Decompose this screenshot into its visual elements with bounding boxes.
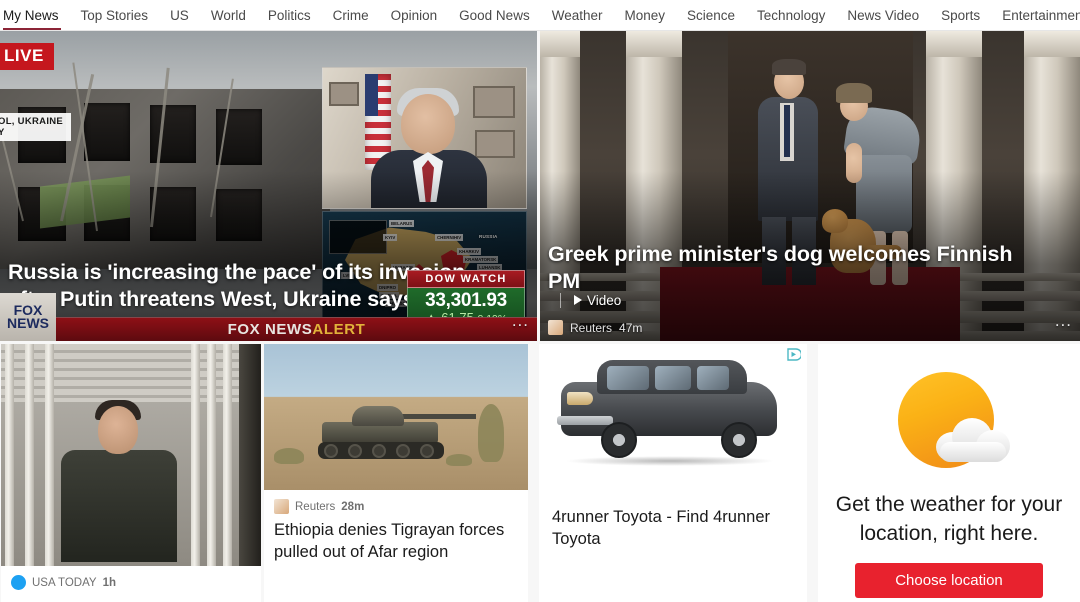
hero-right-timestamp: 47m xyxy=(619,320,643,335)
ethiopia-card-attribution: Reuters 28m xyxy=(264,490,528,514)
anchor-video-inset xyxy=(322,67,527,209)
fox-news-alert-banner: FOX NEWSALERT xyxy=(56,317,537,341)
location-caption-line1: OL, UKRAINE xyxy=(0,116,64,127)
choose-location-button[interactable]: Choose location xyxy=(855,563,1043,598)
video-badge-label: Video xyxy=(587,292,622,308)
usa-today-logo-icon xyxy=(11,575,26,590)
hero-right-source-name: Reuters xyxy=(570,320,613,335)
nav-label: World xyxy=(210,7,246,23)
fox-network-logo: FOX NEWS xyxy=(0,293,56,341)
video-badge[interactable]: Video xyxy=(560,292,622,308)
nav-item-sports[interactable]: Sports xyxy=(930,0,991,30)
nav-label: Good News xyxy=(459,7,530,23)
nav-label: My News xyxy=(3,7,59,23)
top-navigation-bar: My News Top Stories US World Politics Cr… xyxy=(0,0,1080,31)
nav-label: Science xyxy=(687,7,736,23)
hero-right-text: Greek prime minister's dog welcomes Finn… xyxy=(548,241,1050,335)
nav-item-us[interactable]: US xyxy=(159,0,200,30)
nav-label: Top Stories xyxy=(80,7,149,23)
dow-watch-value: 33,301.93 xyxy=(425,290,507,311)
usa-today-card-timestamp: 1h xyxy=(102,576,116,589)
nav-item-money[interactable]: Money xyxy=(613,0,676,30)
nav-item-my-news[interactable]: My News xyxy=(0,0,70,30)
ethiopia-card-headline: Ethiopia denies Tigrayan forces pulled o… xyxy=(274,521,505,561)
nav-label: Crime xyxy=(332,7,369,23)
nav-item-science[interactable]: Science xyxy=(676,0,746,30)
live-badge: LIVE xyxy=(0,43,54,70)
nav-label: News Video xyxy=(847,7,920,23)
nav-label: Opinion xyxy=(390,7,438,23)
reuters-logo-icon xyxy=(548,320,563,335)
map-label-belarus: BELARUS xyxy=(389,220,415,227)
hero-row: BELARUS RUSSIA UKRAINE KYIV CHERNIHIV KH… xyxy=(0,31,1080,341)
location-caption-line2: Y xyxy=(0,127,5,138)
card-row: USA TODAY 1h Reuters 28m Ethiopia denies… xyxy=(0,344,1080,602)
nav-label: Money xyxy=(624,7,666,23)
weather-promo-headline: Get the weather for your location, right… xyxy=(835,493,1063,545)
news-card-usa-today[interactable]: USA TODAY 1h xyxy=(1,344,261,602)
advertisement-card-toyota[interactable]: 4runner Toyota - Find 4runner Toyota xyxy=(539,344,807,602)
alert-banner-accent: ALERT xyxy=(312,321,366,338)
nav-item-politics[interactable]: Politics xyxy=(257,0,322,30)
news-card-ethiopia[interactable]: Reuters 28m Ethiopia denies Tigrayan for… xyxy=(264,344,528,602)
nav-item-world[interactable]: World xyxy=(200,0,257,30)
weather-promo-card[interactable]: Get the weather for your location, right… xyxy=(818,344,1080,602)
hero-right-more-options[interactable]: ... xyxy=(1055,311,1072,331)
nav-item-weather[interactable]: Weather xyxy=(541,0,614,30)
alert-banner-primary: FOX NEWS xyxy=(227,321,313,338)
hero-card-greek-pm-dog[interactable]: Greek prime minister's dog welcomes Finn… xyxy=(540,31,1080,341)
toyota-ad-headline: 4runner Toyota - Find 4runner Toyota xyxy=(552,508,770,548)
hero-right-headline: Greek prime minister's dog welcomes Finn… xyxy=(548,242,1013,293)
map-legend xyxy=(329,220,387,254)
reuters-logo-icon xyxy=(274,499,289,514)
nav-item-entertainment[interactable]: Entertainment xyxy=(991,0,1080,30)
ethiopia-card-timestamp: 28m xyxy=(341,500,365,513)
dow-watch-label: DOW WATCH xyxy=(407,270,525,288)
nav-label: Entertainment xyxy=(1002,7,1080,23)
play-icon xyxy=(574,295,582,305)
nav-label: Politics xyxy=(267,7,311,23)
toyota-ad-image xyxy=(539,344,807,494)
hero-card-russia-invasion[interactable]: BELARUS RUSSIA UKRAINE KYIV CHERNIHIV KH… xyxy=(0,31,537,341)
nav-item-good-news[interactable]: Good News xyxy=(448,0,541,30)
ethiopia-card-source: Reuters xyxy=(295,500,336,513)
nav-item-news-video[interactable]: News Video xyxy=(836,0,930,30)
ethiopia-card-image xyxy=(264,344,528,490)
adchoices-icon[interactable] xyxy=(787,348,801,361)
nav-label: Sports xyxy=(941,7,981,23)
nav-label: Technology xyxy=(757,7,826,23)
usa-today-card-image xyxy=(1,344,261,566)
nav-item-top-stories[interactable]: Top Stories xyxy=(70,0,160,30)
usa-today-card-source: USA TODAY xyxy=(32,576,97,589)
content-grid: BELARUS RUSSIA UKRAINE KYIV CHERNIHIV KH… xyxy=(0,31,1080,602)
map-label-russia: RUSSIA xyxy=(479,234,498,239)
map-label-kharkiv: KHARKIV xyxy=(457,248,482,255)
nav-item-crime[interactable]: Crime xyxy=(322,0,380,30)
nav-label: Weather xyxy=(551,7,603,23)
nav-item-technology[interactable]: Technology xyxy=(746,0,836,30)
map-label-chernihiv: CHERNIHIV xyxy=(435,234,464,241)
usa-today-card-attribution: USA TODAY 1h xyxy=(1,566,261,590)
hero-left-more-options[interactable]: ... xyxy=(512,311,529,331)
hero-right-attribution: Reuters 47m xyxy=(548,320,1050,335)
nav-item-opinion[interactable]: Opinion xyxy=(380,0,449,30)
map-label-kyiv: KYIV xyxy=(383,234,398,241)
nav-label: US xyxy=(170,7,189,23)
sun-cloud-icon xyxy=(884,370,1014,482)
location-caption: OL, UKRAINE Y xyxy=(0,113,72,141)
